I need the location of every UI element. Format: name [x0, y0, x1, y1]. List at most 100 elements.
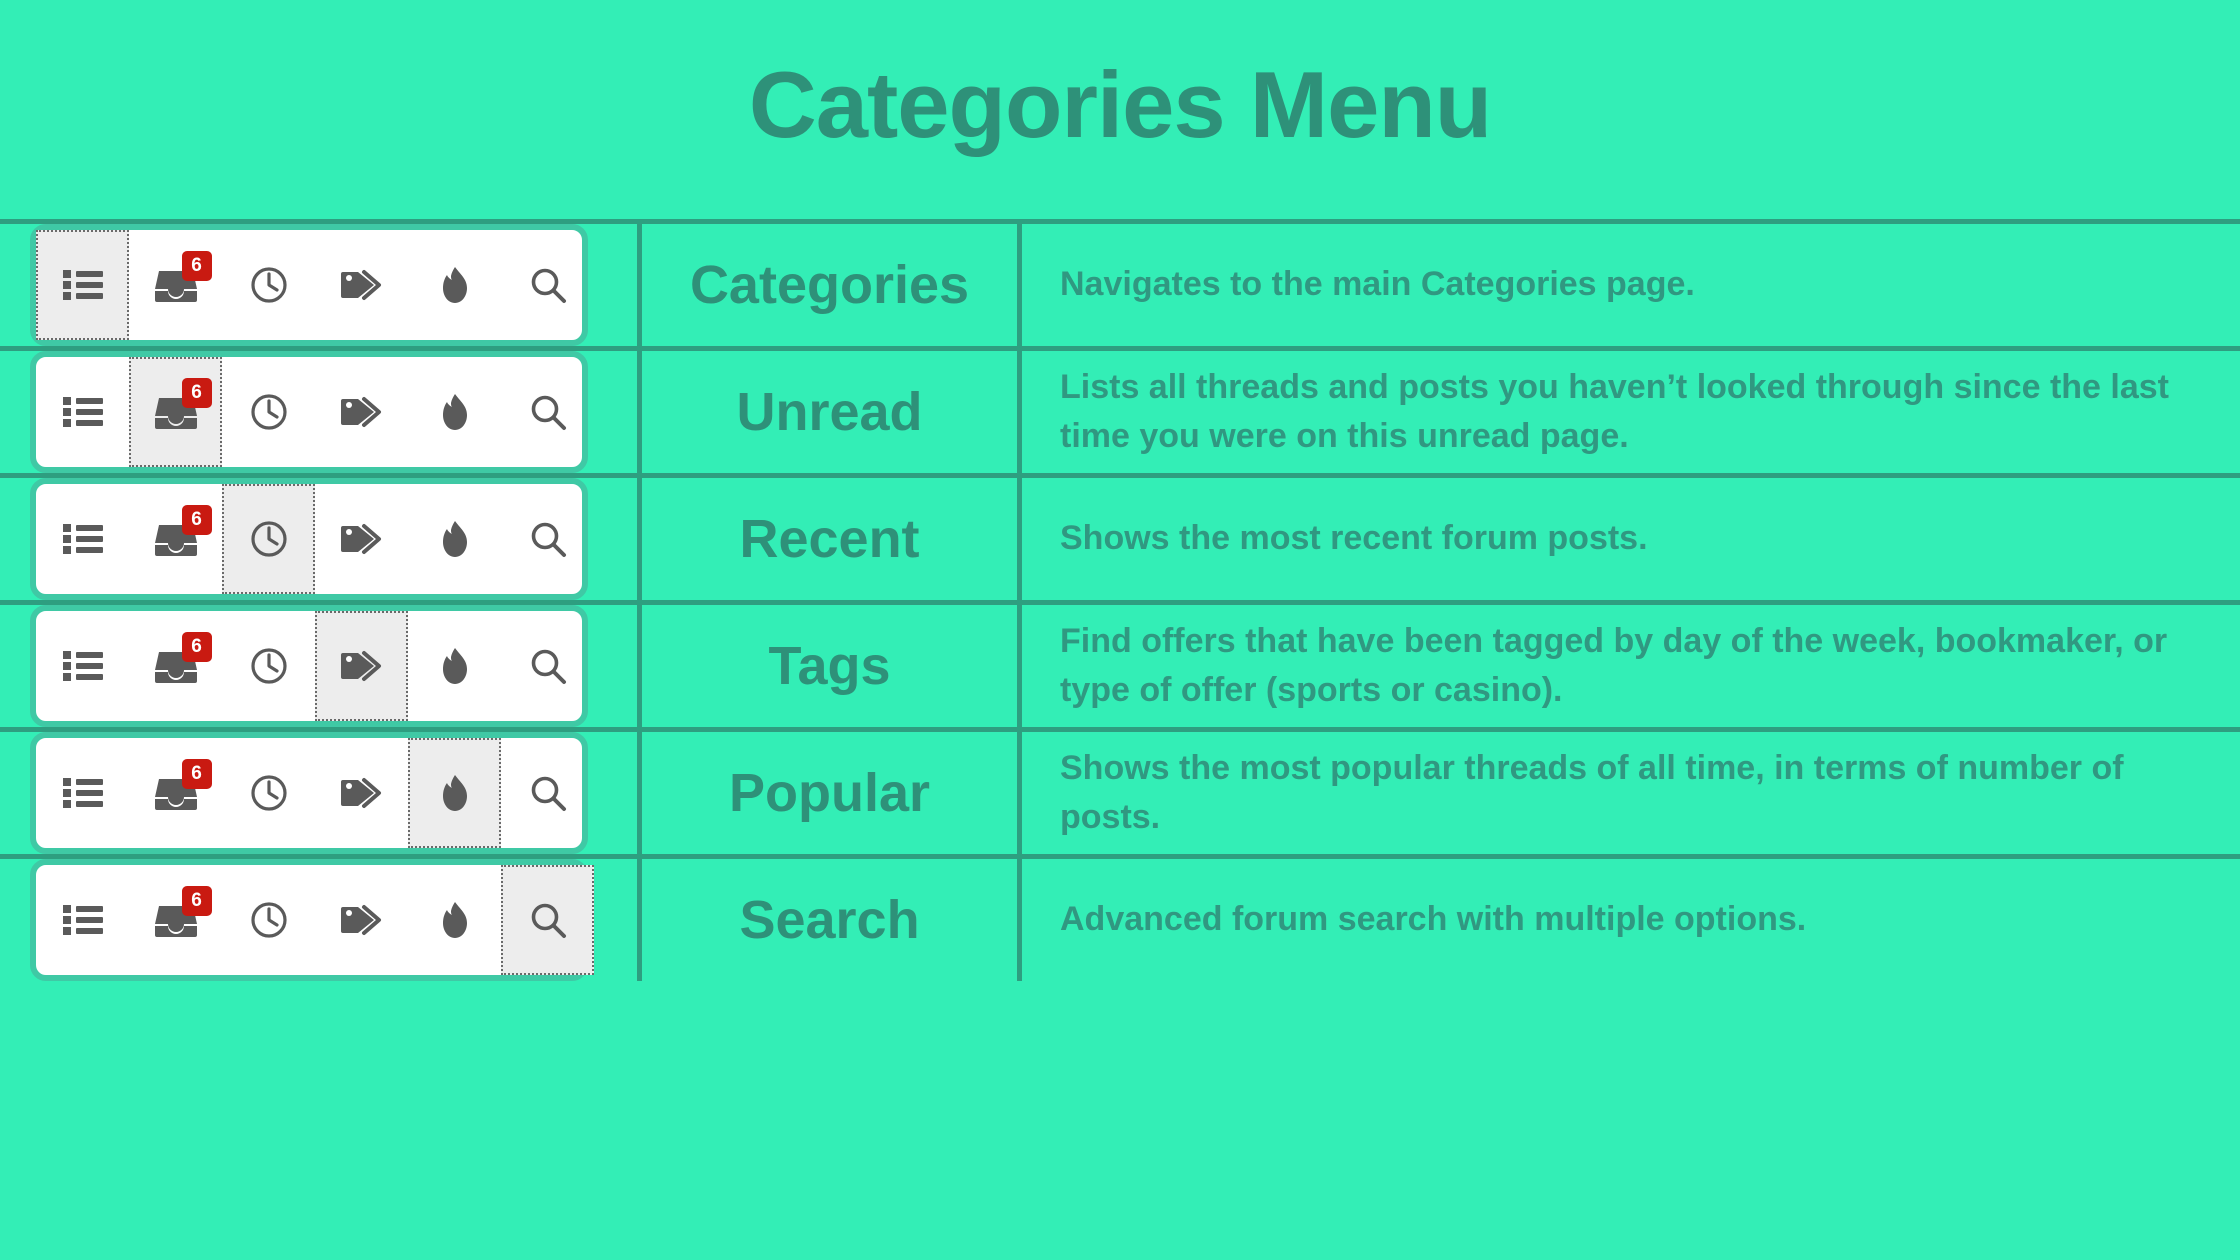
tags-icon	[340, 776, 384, 810]
toolbar-button-unread[interactable]: 6	[129, 738, 222, 848]
toolbar-button-tags[interactable]	[315, 484, 408, 594]
menu-item-description: Lists all threads and posts you haven’t …	[1060, 367, 2169, 455]
tags-icon	[340, 903, 384, 937]
toolbar-button-unread[interactable]: 6	[129, 230, 222, 340]
search-icon	[529, 774, 567, 812]
toolbar-button-unread[interactable]: 6	[129, 357, 222, 467]
clock-icon	[250, 774, 288, 812]
toolbar-button-recent[interactable]	[222, 230, 315, 340]
toolbar-button-popular[interactable]	[408, 865, 501, 975]
search-icon	[529, 901, 567, 939]
toolbar-button-recent[interactable]	[222, 611, 315, 721]
inbox-icon: 6	[154, 505, 212, 557]
clock-icon	[250, 520, 288, 558]
search-icon	[529, 647, 567, 685]
menu-item-description-cell: Advanced forum search with multiple opti…	[1022, 859, 2240, 981]
tags-icon	[340, 522, 384, 556]
inbox-icon: 6	[154, 378, 212, 430]
toolbar-button-recent[interactable]	[222, 738, 315, 848]
toolbar-button-categories[interactable]	[36, 230, 129, 340]
menu-item-label-cell: Search	[642, 859, 1022, 981]
table-row: 6 Unread Lists all threads and posts you h…	[0, 351, 2240, 478]
menu-item-label: Recent	[739, 508, 920, 569]
table-row: 6 Recent Shows the most recent forum posts…	[0, 478, 2240, 605]
tags-icon	[340, 649, 384, 683]
menu-item-description-cell: Shows the most recent forum posts.	[1022, 478, 2240, 600]
toolbar-button-popular[interactable]	[408, 230, 501, 340]
toolbar-button-recent[interactable]	[222, 865, 315, 975]
categories-toolbar: 6	[30, 351, 588, 473]
toolbar-button-unread[interactable]: 6	[129, 865, 222, 975]
menu-item-description: Navigates to the main Categories page.	[1060, 265, 1695, 304]
menu-item-description: Advanced forum search with multiple opti…	[1060, 900, 1807, 939]
menu-item-label: Unread	[736, 381, 923, 442]
table-row: 6 Tags Find offers that have been tagged b…	[0, 605, 2240, 732]
menu-item-description: Shows the most recent forum posts.	[1060, 519, 1648, 558]
toolbar-button-popular[interactable]	[408, 484, 501, 594]
inbox-icon: 6	[154, 886, 212, 938]
page-title: Categories Menu	[748, 51, 1492, 157]
categories-toolbar: 6	[30, 732, 588, 854]
flame-icon	[442, 774, 468, 812]
toolbar-cell: 6	[0, 859, 642, 981]
menu-item-label-cell: Unread	[642, 351, 1022, 473]
unread-count-badge: 6	[181, 759, 212, 789]
table-row: 6 Categories Navigates to the main Categor…	[0, 224, 2240, 351]
inbox-icon: 6	[154, 632, 212, 684]
flame-icon	[442, 901, 468, 939]
table-row: 6 Search Advanced forum search with multip…	[0, 859, 2240, 981]
list-icon	[62, 649, 103, 683]
menu-item-description-cell: Navigates to the main Categories page.	[1022, 224, 2240, 346]
categories-toolbar: 6	[30, 605, 588, 727]
toolbar-button-popular[interactable]	[408, 357, 501, 467]
toolbar-button-popular[interactable]	[408, 611, 501, 721]
list-icon	[62, 395, 103, 429]
toolbar-button-categories[interactable]	[36, 611, 129, 721]
unread-count-badge: 6	[181, 632, 212, 662]
list-icon	[62, 268, 103, 302]
list-icon	[62, 522, 103, 556]
menu-item-description-cell: Shows the most popular threads of all ti…	[1022, 732, 2240, 854]
flame-icon	[442, 393, 468, 431]
flame-icon	[442, 520, 468, 558]
menu-item-description-cell: Find offers that have been tagged by day…	[1022, 605, 2240, 727]
menu-item-label-cell: Popular	[642, 732, 1022, 854]
toolbar-button-tags[interactable]	[315, 357, 408, 467]
toolbar-button-search[interactable]	[501, 357, 594, 467]
unread-count-badge: 6	[181, 505, 212, 535]
toolbar-button-search[interactable]	[501, 738, 594, 848]
toolbar-button-search[interactable]	[501, 865, 594, 975]
toolbar-button-popular[interactable]	[408, 738, 501, 848]
unread-count-badge: 6	[181, 378, 212, 408]
page-header: Categories Menu	[0, 0, 2240, 219]
toolbar-button-search[interactable]	[501, 230, 594, 340]
flame-icon	[442, 266, 468, 304]
search-icon	[529, 393, 567, 431]
menu-item-label-cell: Categories	[642, 224, 1022, 346]
toolbar-button-categories[interactable]	[36, 738, 129, 848]
toolbar-button-tags[interactable]	[315, 865, 408, 975]
toolbar-cell: 6	[0, 478, 642, 600]
categories-toolbar: 6	[30, 859, 594, 981]
tags-icon	[340, 268, 384, 302]
toolbar-button-tags[interactable]	[315, 738, 408, 848]
toolbar-button-tags[interactable]	[315, 611, 408, 721]
table-row: 6 Popular Shows the most popular threads o…	[0, 732, 2240, 859]
toolbar-button-unread[interactable]: 6	[129, 611, 222, 721]
menu-item-description: Shows the most popular threads of all ti…	[1060, 748, 2124, 836]
toolbar-cell: 6	[0, 732, 642, 854]
menu-item-label-cell: Recent	[642, 478, 1022, 600]
toolbar-button-categories[interactable]	[36, 357, 129, 467]
menu-item-description: Find offers that have been tagged by day…	[1060, 621, 2168, 709]
toolbar-button-tags[interactable]	[315, 230, 408, 340]
toolbar-button-search[interactable]	[501, 611, 594, 721]
toolbar-button-recent[interactable]	[222, 484, 315, 594]
clock-icon	[250, 647, 288, 685]
toolbar-button-categories[interactable]	[36, 484, 129, 594]
menu-item-label: Search	[739, 889, 920, 950]
toolbar-button-categories[interactable]	[36, 865, 129, 975]
toolbar-button-unread[interactable]: 6	[129, 484, 222, 594]
toolbar-button-recent[interactable]	[222, 357, 315, 467]
toolbar-button-search[interactable]	[501, 484, 594, 594]
toolbar-cell: 6	[0, 351, 642, 473]
